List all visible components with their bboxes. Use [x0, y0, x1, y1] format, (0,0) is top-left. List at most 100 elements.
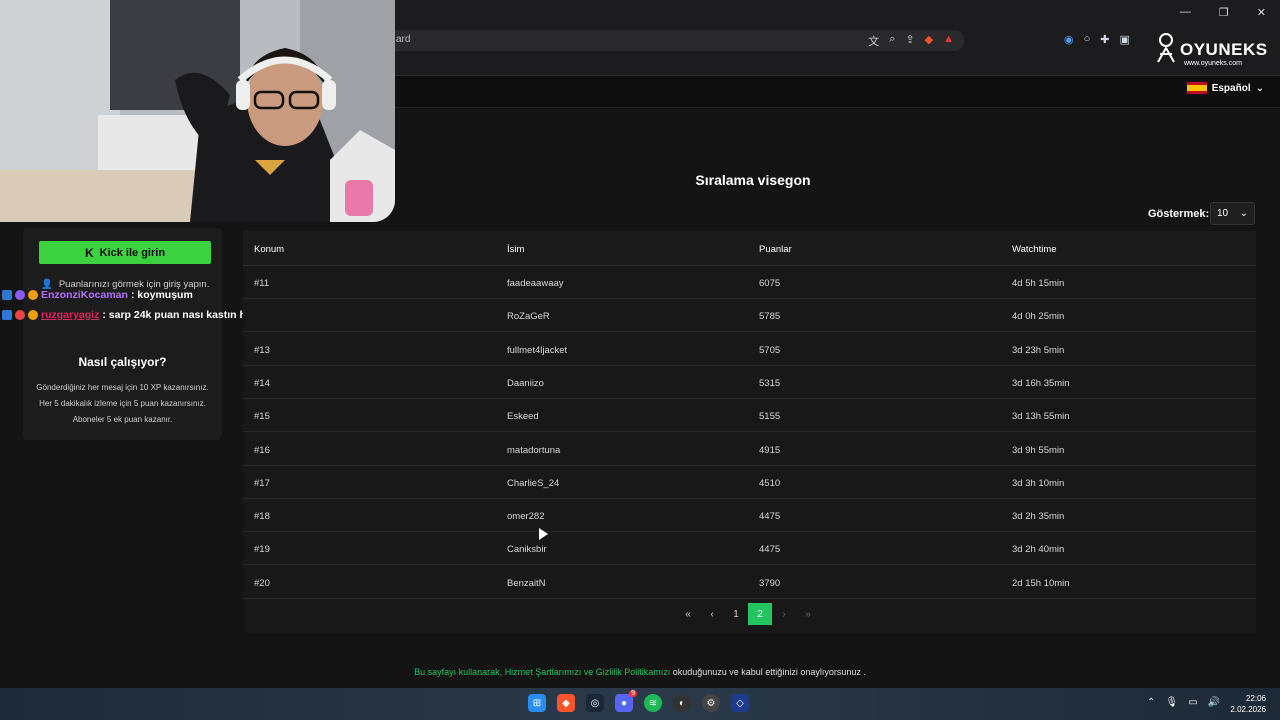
discord-icon[interactable]: ● 9 [615, 690, 637, 712]
settings-gear-icon[interactable]: ⚙ [702, 694, 720, 712]
window-controls: — ❐ ✕ [1180, 6, 1266, 19]
page-size-value: 10 [1217, 208, 1229, 219]
maximize-button[interactable]: ❐ [1219, 6, 1229, 19]
kick-login-button[interactable]: K Kick ile girin [39, 241, 211, 264]
last-page-button[interactable]: » [796, 603, 820, 625]
windows-start-icon[interactable]: ⊞ [528, 694, 546, 712]
points-cell: 5155 [759, 411, 781, 423]
oyuneks-logo: OYUNEKS www.oyuneks.com [1154, 32, 1267, 72]
close-button[interactable]: ✕ [1257, 6, 1266, 19]
leaderboard-table: Konum İsim Puanlar Watchtime #11 faadeaaw… [243, 231, 1256, 633]
rank-cell: #14 [254, 377, 270, 389]
badge-icon [15, 310, 25, 320]
taskbar-clock[interactable]: 22:06 2.02.2026 [1230, 693, 1266, 715]
mouse-cursor [539, 528, 548, 540]
name-cell: BenzaitN [507, 577, 546, 589]
prev-page-button[interactable]: ‹ [700, 603, 724, 625]
clock-date: 2.02.2026 [1230, 705, 1266, 714]
watchtime-cell: 3d 2h 40min [1012, 544, 1065, 556]
logo-name: OYUNEKS [1180, 40, 1268, 59]
webcam-image [0, 0, 395, 222]
translate-icon[interactable]: 文 [868, 33, 879, 49]
column-header[interactable]: Konum [254, 244, 284, 255]
table-row: #15 Eskeed 5155 3d 13h 55min [243, 399, 1256, 433]
footer-prefix: Bu sayfayı kullanarak, [414, 667, 505, 677]
rank-cell: #19 [254, 544, 270, 556]
points-cell: 3790 [759, 577, 781, 589]
address-bar-actions: 文 ⌕ ⇪ ◆ ▲ [868, 33, 954, 49]
name-cell: omer282 [507, 511, 545, 523]
network-icon[interactable]: ▭ [1188, 697, 1197, 708]
column-header[interactable]: İsim [507, 244, 524, 255]
app-icon[interactable]: ◇ [731, 694, 749, 712]
kick-icon: K [84, 245, 94, 260]
chevron-up-icon[interactable]: ⌃ [1147, 697, 1155, 708]
kick-login-label: Kick ile girin [99, 246, 166, 259]
watchtime-cell: 3d 3h 10min [1012, 477, 1065, 489]
first-page-button[interactable]: « [676, 603, 700, 625]
chat-message: EnzonziKocaman : koymuşum [2, 289, 193, 301]
table-row: #20 BenzaitN 3790 2d 15h 10min [243, 566, 1256, 599]
language-label: Español [1211, 82, 1251, 94]
column-header[interactable]: Puanlar [759, 244, 792, 255]
rank-cell: #17 [254, 477, 270, 489]
points-cell: 4475 [759, 544, 781, 556]
brave-icon[interactable]: ◆ [557, 694, 575, 712]
page-button-current[interactable]: 2 [748, 603, 772, 625]
spotify-icon[interactable]: ≋ [644, 694, 662, 712]
address-bar[interactable]: ard 文 ⌕ ⇪ ◆ ▲ [380, 30, 964, 51]
discord-badge: 9 [629, 690, 637, 697]
badge-icon [15, 290, 25, 300]
table-row: #13 fullmet4ljacket 5705 3d 23h 5min [243, 333, 1256, 366]
watchtime-cell: 4d 0h 25min [1012, 311, 1065, 323]
chat-text: : koymuşum [130, 289, 193, 301]
page-button[interactable]: 1 [724, 603, 748, 625]
footer-and: ve [581, 667, 596, 677]
footer-suffix: okuduğunuzu ve kabul ettiğinizi onaylıyo… [670, 667, 866, 677]
language-selector[interactable]: Español ⌄ [1186, 82, 1264, 94]
page-size-select[interactable]: 10 ⌄ [1210, 202, 1255, 225]
watchtime-cell: 4d 5h 15min [1012, 278, 1065, 289]
terms-link[interactable]: Hizmet Şartlarımızı [505, 667, 582, 677]
zoom-icon[interactable]: ⌕ [889, 33, 895, 49]
table-row: #19 Caniksbir 4475 3d 2h 40min [243, 532, 1256, 566]
table-row: #18 omer282 4475 3d 2h 35min [243, 499, 1256, 533]
share-icon[interactable]: ⇪ [905, 33, 914, 49]
privacy-link[interactable]: Gizlilik Politikamızı [596, 667, 671, 677]
system-tray: ⌃ 🎙 ▭ 🔊 [1147, 697, 1220, 708]
url-text: ard [396, 34, 411, 45]
audio-icon[interactable]: ◉ [1064, 33, 1074, 46]
points-cell: 5705 [759, 344, 781, 356]
watchtime-cell: 3d 13h 55min [1012, 411, 1070, 423]
column-header[interactable]: Watchtime [1012, 244, 1057, 255]
show-label: Göstermek: [1148, 208, 1210, 220]
mascot-icon [1157, 33, 1175, 63]
circle-icon[interactable]: ○ [1084, 33, 1091, 46]
table-row: #11 faadeaawaay 6075 4d 5h 15min [243, 266, 1256, 299]
name-cell: Daaniizo [507, 377, 544, 389]
chat-username: ruzgaryagiz [41, 309, 100, 321]
rank-cell: #20 [254, 577, 270, 589]
brave-rewards-icon[interactable]: ▲ [943, 33, 954, 49]
wallet-icon[interactable]: ▣ [1119, 33, 1129, 46]
next-page-button[interactable]: › [772, 603, 796, 625]
obs-icon[interactable]: ◐ [673, 694, 691, 712]
brave-shield-icon[interactable]: ◆ [925, 33, 933, 49]
volume-icon[interactable]: 🔊 [1208, 697, 1220, 708]
clock-time: 22:06 [1245, 694, 1266, 703]
logo-site: www.oyuneks.com [1184, 60, 1242, 67]
microphone-icon[interactable]: 🎙 [1165, 697, 1178, 708]
chevron-down-icon: ⌄ [1239, 208, 1248, 219]
how-it-works-title: Nasıl çalışıyor? [78, 355, 167, 369]
webcam-overlay [0, 0, 395, 222]
table-row: #14 Daaniizo 5315 3d 16h 35min [243, 366, 1256, 399]
how-line-3: Aboneler 5 ek puan kazanır. [72, 415, 173, 424]
rank-cell: #11 [254, 278, 270, 289]
rank-cell: #16 [254, 444, 270, 456]
points-cell: 4510 [759, 477, 781, 489]
name-cell: Eskeed [507, 411, 539, 423]
steam-icon[interactable]: ◎ [586, 694, 604, 712]
name-cell: fullmet4ljacket [507, 344, 568, 356]
extensions-icon[interactable]: ✚ [1100, 33, 1109, 46]
minimize-button[interactable]: — [1180, 6, 1191, 19]
